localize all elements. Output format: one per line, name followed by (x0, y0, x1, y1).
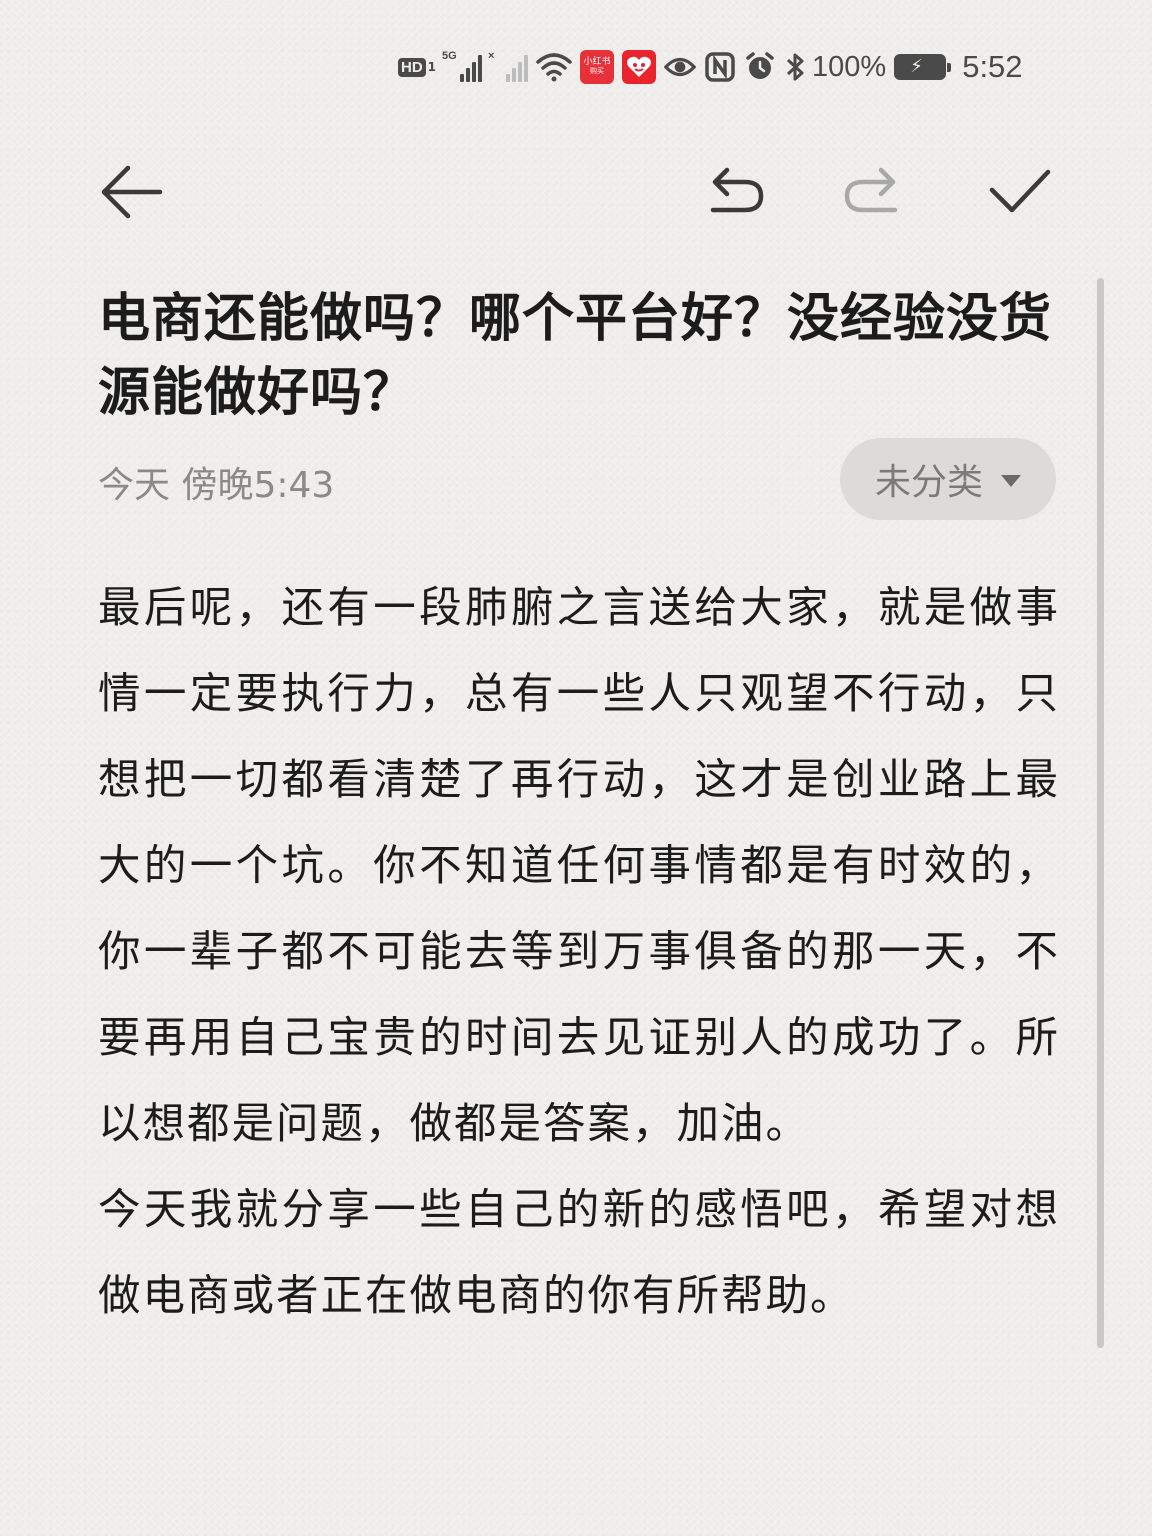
nfc-icon (705, 52, 735, 82)
note-timestamp: 今天 傍晚5:43 (98, 465, 335, 506)
signal-5g-icon: 5G (442, 50, 483, 82)
hd-label: HD (398, 57, 426, 77)
eye-icon (664, 57, 697, 77)
hd-icon: HD 1 (398, 57, 437, 77)
battery-charging-icon: ⚡ (894, 54, 952, 80)
xiaohongshu-app-icon: 小红书 购买 (580, 50, 615, 84)
status-time: 5:52 (962, 49, 1023, 84)
undo-button[interactable] (700, 160, 770, 224)
pinduoduo-app-icon (622, 50, 657, 84)
signal-sim2-icon: × (488, 50, 529, 82)
hd-sim-label: 1 (427, 60, 437, 74)
alarm-icon (746, 52, 774, 79)
note-paragraph: 今天我就分享一些自己的新的感悟吧，希望对想做电商或者正在做电商的你有所帮助。 (98, 1186, 1060, 1321)
status-bar: HD 1 5G × 小红书 购买 100% ⚡ 5:52 (398, 44, 1088, 90)
redo-button[interactable] (838, 160, 908, 224)
note-paragraph: 最后呢，还有一段肺腑之言送给大家，就是做事情一定要执行力，总有一些人只观望不行动… (98, 584, 1060, 1149)
note-title[interactable]: 电商还能做吗？哪个平台好？没经验没货源能做好吗？ (98, 282, 1058, 430)
wifi-icon (536, 53, 572, 82)
caret-down-icon (1001, 475, 1021, 487)
redo-icon (844, 167, 898, 213)
sim2-status-label: × (488, 50, 495, 62)
app1-label-bottom: 购买 (590, 67, 605, 76)
undo-icon (710, 167, 764, 213)
category-dropdown[interactable]: 未分类 (840, 438, 1056, 520)
done-button[interactable] (984, 160, 1054, 224)
bluetooth-icon (787, 53, 804, 81)
category-label: 未分类 (874, 462, 983, 503)
arrow-left-icon (101, 165, 163, 219)
network-type-label: 5G (442, 50, 457, 62)
check-icon (989, 169, 1051, 213)
note-body[interactable]: 最后呢，还有一段肺腑之言送给大家，就是做事情一定要执行力，总有一些人只观望不行动… (98, 566, 1060, 1340)
back-button[interactable] (96, 160, 166, 224)
battery-percent: 100% (812, 50, 887, 83)
scrollbar[interactable] (1097, 278, 1104, 1348)
